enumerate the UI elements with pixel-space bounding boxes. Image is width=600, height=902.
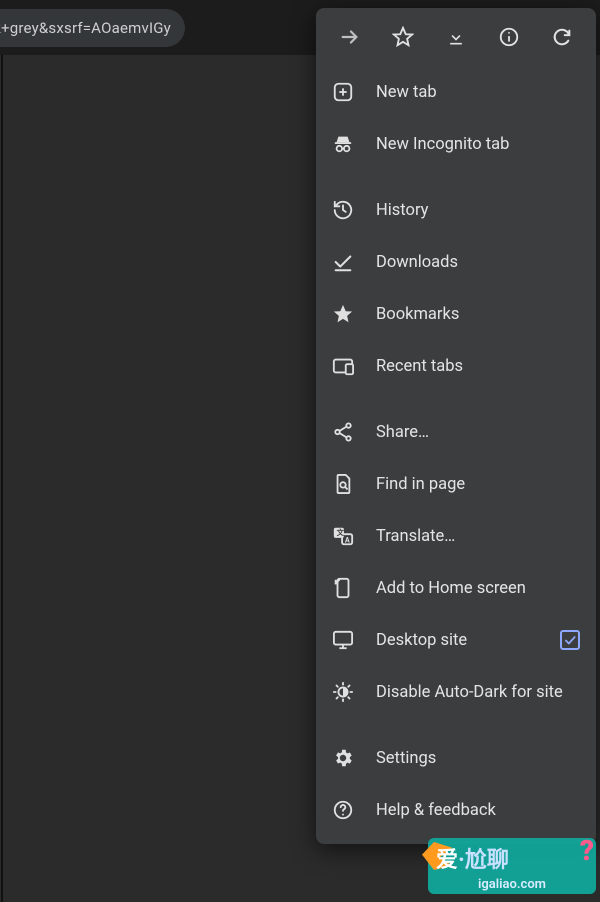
menu-item-label: Disable Auto-Dark for site: [376, 683, 580, 702]
help-icon: [332, 799, 354, 821]
history-icon: [332, 199, 354, 221]
desktop-site-checkbox[interactable]: [560, 630, 580, 650]
url-bar[interactable]: /search?q=dark+grey&sxsrf=AOaemvIGy: [0, 9, 185, 47]
download-done-icon: [332, 251, 354, 273]
menu-separator: [316, 170, 596, 184]
forward-button[interactable]: [324, 8, 377, 66]
menu-item-settings[interactable]: Settings: [316, 732, 596, 784]
menu-item-label: Translate…: [376, 527, 580, 546]
star-icon: [392, 26, 414, 48]
overflow-menu: New tab New Incognito tab History Downlo…: [316, 8, 596, 844]
bookmark-page-button[interactable]: [377, 8, 430, 66]
menu-item-share[interactable]: Share…: [316, 406, 596, 458]
share-icon: [332, 421, 354, 443]
find-icon: [332, 473, 354, 495]
refresh-button[interactable]: [535, 8, 588, 66]
menu-separator: [316, 718, 596, 732]
menu-item-history[interactable]: History: [316, 184, 596, 236]
menu-item-incognito[interactable]: New Incognito tab: [316, 118, 596, 170]
add-home-icon: [332, 577, 354, 599]
settings-icon: [332, 747, 354, 769]
menu-item-label: Recent tabs: [376, 357, 580, 376]
menu-item-label: Share…: [376, 423, 580, 442]
incognito-icon: [332, 133, 354, 155]
menu-item-downloads[interactable]: Downloads: [316, 236, 596, 288]
page-info-button[interactable]: [482, 8, 535, 66]
forward-icon: [339, 26, 361, 48]
auto-dark-icon: [332, 681, 354, 703]
svg-text:A: A: [345, 535, 350, 544]
menu-item-label: Help & feedback: [376, 801, 580, 820]
menu-header: [316, 8, 596, 66]
url-text: /search?q=dark+grey&sxsrf=AOaemvIGy: [0, 19, 171, 37]
menu-item-recent-tabs[interactable]: Recent tabs: [316, 340, 596, 392]
menu-item-label: Add to Home screen: [376, 579, 580, 598]
desktop-icon: [332, 629, 354, 651]
menu-item-label: New Incognito tab: [376, 135, 580, 154]
menu-item-new-tab[interactable]: New tab: [316, 66, 596, 118]
menu-item-desktop-site[interactable]: Desktop site: [316, 614, 596, 666]
plus-box-icon: [332, 81, 354, 103]
menu-item-find[interactable]: Find in page: [316, 458, 596, 510]
menu-item-label: History: [376, 201, 580, 220]
download-icon: [446, 26, 466, 48]
menu-separator: [316, 392, 596, 406]
menu-item-label: Find in page: [376, 475, 580, 494]
info-icon: [498, 26, 520, 48]
refresh-icon: [551, 26, 573, 48]
menu-item-label: New tab: [376, 83, 580, 102]
menu-item-translate[interactable]: 文A Translate…: [316, 510, 596, 562]
bookmark-icon: [332, 303, 354, 325]
downloads-button[interactable]: [430, 8, 483, 66]
menu-item-label: Bookmarks: [376, 305, 580, 324]
menu-item-bookmarks[interactable]: Bookmarks: [316, 288, 596, 340]
menu-item-label: Desktop site: [376, 631, 560, 650]
menu-item-auto-dark[interactable]: Disable Auto-Dark for site: [316, 666, 596, 718]
translate-icon: 文A: [332, 525, 354, 547]
menu-item-help[interactable]: Help & feedback: [316, 784, 596, 836]
menu-item-label: Downloads: [376, 253, 580, 272]
svg-text:文: 文: [336, 528, 345, 537]
menu-item-add-home[interactable]: Add to Home screen: [316, 562, 596, 614]
recent-tabs-icon: [332, 355, 354, 377]
menu-item-label: Settings: [376, 749, 580, 768]
